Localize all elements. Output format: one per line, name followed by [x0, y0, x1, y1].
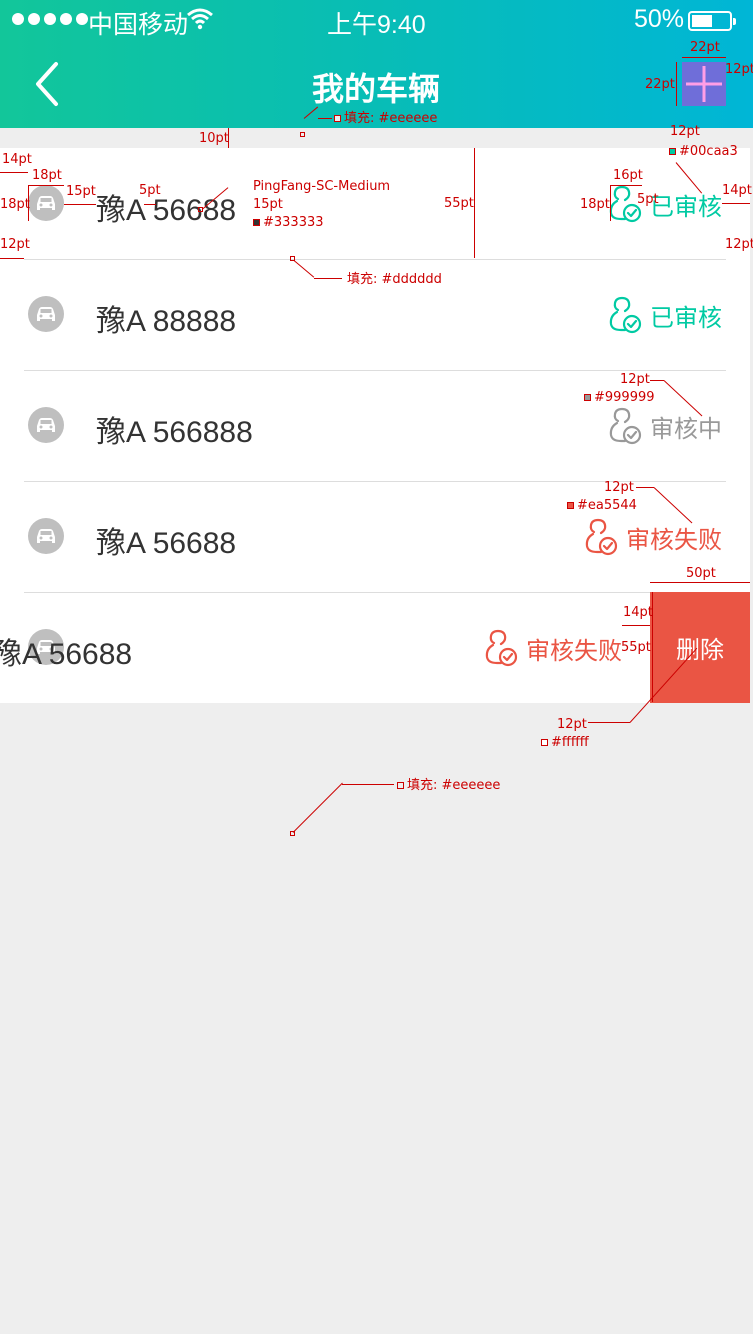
license-plate: 豫A 56688 [96, 527, 237, 560]
status-bar: 中国移动 上午9:40 50% [0, 0, 753, 42]
annotation-12pt-delete: 12pt [557, 717, 587, 732]
chevron-left-icon[interactable] [28, 60, 68, 108]
user-verified-icon [585, 518, 618, 556]
vehicle-row-5[interactable]: 豫A 56688 审核失败 删除 [0, 592, 750, 703]
review-status-label: 审核中 [650, 415, 722, 443]
annotation-10pt: 10pt [199, 131, 229, 146]
annotation-leader [588, 722, 630, 723]
review-status: 已审核 [608, 295, 722, 335]
annotation-marker [300, 132, 305, 137]
car-icon [28, 518, 64, 554]
annotation-fill-bottom: 填充: #eeeeee [397, 779, 500, 792]
battery-icon [688, 11, 736, 31]
license-plate: 豫A 566888 [96, 416, 253, 449]
review-status-label: 已审核 [650, 304, 722, 332]
car-icon [28, 185, 64, 221]
add-vehicle-button[interactable] [682, 62, 726, 106]
license-plate: 豫A 56688 [0, 638, 133, 671]
status-time: 上午9:40 [327, 11, 426, 39]
annotation-dimension [228, 128, 229, 148]
vehicle-row-2[interactable]: 豫A 88888 已审核 [0, 259, 750, 370]
user-verified-icon [609, 296, 642, 334]
carrier-name: 中国移动 [88, 11, 189, 39]
user-verified-icon [485, 629, 518, 667]
battery-percentage: 50% [634, 5, 685, 33]
license-plate: 豫A 88888 [96, 305, 237, 338]
vehicle-row-1[interactable]: 豫A 56688 已审核 [0, 148, 750, 259]
vehicle-list: 豫A 56688 已审核 豫A 88888 已审核 豫A 566888 审核中 … [0, 148, 750, 703]
page-title: 我的车辆 [311, 71, 440, 107]
annotation-marker [290, 831, 295, 836]
review-status-label: 已审核 [650, 193, 722, 221]
annotation-leader [342, 784, 394, 785]
vehicle-row-4[interactable]: 豫A 56688 审核失败 [0, 481, 750, 592]
delete-button[interactable]: 删除 [650, 592, 750, 703]
review-status: 审核失败 [484, 628, 622, 668]
user-verified-icon [609, 185, 642, 223]
annotation-leader [292, 782, 343, 833]
header-bar: 中国移动 上午9:40 50% 我的车辆 [0, 0, 753, 128]
vehicle-row-3[interactable]: 豫A 566888 审核中 [0, 370, 750, 481]
annotation-color-white: #ffffff [541, 736, 589, 749]
car-icon [28, 296, 64, 332]
review-status: 审核中 [608, 406, 722, 446]
signal-strength-icon [12, 13, 88, 25]
wifi-icon [187, 8, 213, 30]
user-verified-icon [609, 407, 642, 445]
plus-icon [686, 66, 722, 102]
license-plate: 豫A 56688 [96, 194, 237, 227]
review-status: 已审核 [608, 184, 722, 224]
car-icon [28, 407, 64, 443]
review-status-label: 审核失败 [526, 637, 622, 665]
review-status-label: 审核失败 [626, 526, 722, 554]
review-status: 审核失败 [584, 517, 722, 557]
